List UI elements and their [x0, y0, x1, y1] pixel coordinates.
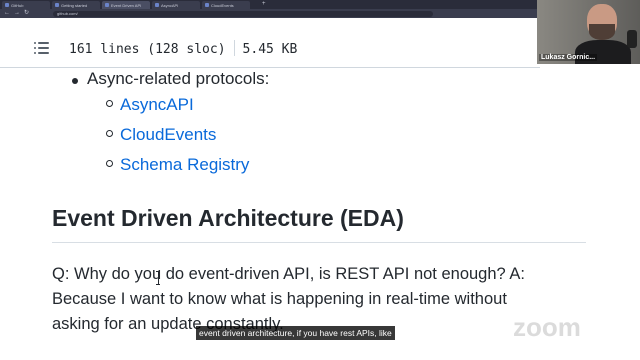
forward-icon[interactable]: → — [14, 9, 20, 18]
paragraph-line: Because I want to know what is happening… — [52, 290, 507, 308]
tab-strip: GitHub Getting started Event Driven API … — [0, 0, 540, 9]
file-info-bar: 161 lines (128 sloc) 5.45 KB — [0, 28, 540, 68]
url-text: github.com/ — [57, 11, 78, 16]
favicon-icon — [105, 3, 109, 7]
address-bar: ← → ↻ github.com/ — [0, 9, 540, 18]
divider — [233, 40, 235, 56]
browser-tab[interactable]: AsyncAPI — [152, 1, 200, 9]
browser-tab-active[interactable]: Event Driven API — [102, 1, 150, 9]
link-cloudevents[interactable]: CloudEvents — [120, 125, 216, 145]
favicon-icon — [205, 3, 209, 7]
favicon-icon — [55, 3, 59, 7]
paragraph-line: Q: Why do you do event-driven API, is RE… — [52, 265, 525, 283]
link-schema-registry[interactable]: Schema Registry — [120, 155, 249, 175]
participant-name: Lukasz Gornic... — [539, 54, 598, 61]
browser-tab[interactable]: GitHub — [2, 1, 50, 9]
back-icon[interactable]: ← — [4, 9, 10, 18]
bullet-circle-icon — [106, 100, 113, 107]
favicon-icon — [5, 3, 9, 7]
reload-icon[interactable]: ↻ — [24, 9, 29, 18]
favicon-icon — [155, 3, 159, 7]
bullet-circle-icon — [106, 160, 113, 167]
webcam-video[interactable]: Lukasz Gornic... — [537, 0, 640, 64]
webcam-person-beard — [589, 24, 615, 40]
file-size: 5.45 KB — [242, 42, 298, 57]
browser-tab[interactable]: CloudEvents — [202, 1, 250, 9]
microphone-icon — [627, 30, 637, 48]
url-input[interactable]: github.com/ — [53, 10, 434, 17]
zoom-logo: zoom — [513, 312, 581, 342]
new-tab-button[interactable]: + — [262, 1, 266, 7]
list-item: Async-related protocols: — [87, 69, 270, 88]
link-asyncapi[interactable]: AsyncAPI — [120, 95, 194, 115]
file-meta: 161 lines (128 sloc) 5.45 KB — [69, 40, 297, 57]
bullet-circle-icon — [106, 130, 113, 137]
live-caption: event driven architecture, if you have r… — [196, 326, 395, 340]
bullet-disc-icon — [72, 78, 78, 84]
caption-text: event driven architecture, if you have r… — [199, 328, 392, 338]
divider — [52, 242, 586, 243]
section-heading: Event Driven Architecture (EDA) — [52, 205, 404, 231]
file-lines-count: 161 lines (128 sloc) — [69, 42, 226, 57]
browser-tab[interactable]: Getting started — [52, 1, 100, 9]
text-cursor-icon — [156, 271, 160, 285]
list-lines-icon[interactable] — [34, 41, 50, 55]
